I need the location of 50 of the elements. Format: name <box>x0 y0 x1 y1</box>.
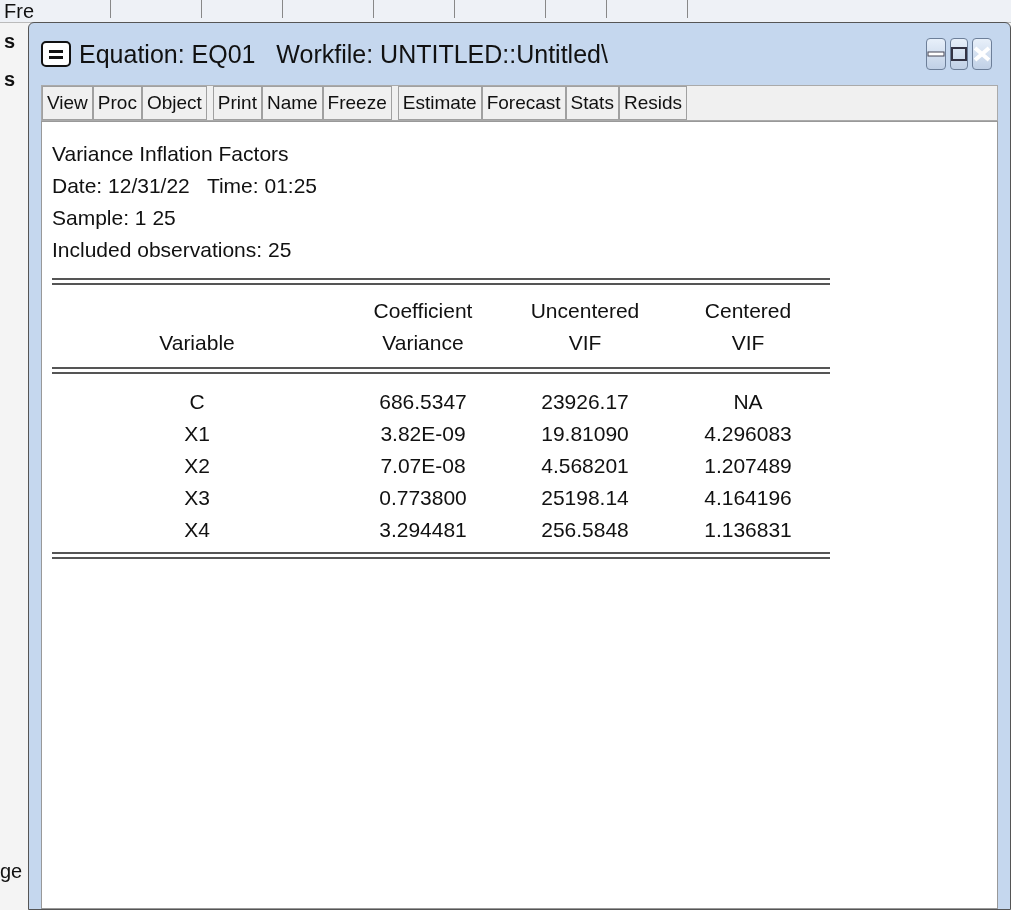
table-cell-text: 686.5347 <box>378 389 468 415</box>
toolbar-button[interactable]: Freeze <box>322 86 392 120</box>
toolbar-button[interactable]: View <box>42 86 93 120</box>
minimize-icon <box>927 51 945 57</box>
table-cell-text: 4.164196 <box>703 485 793 511</box>
header-line: Variance Inflation Factors <box>52 141 290 167</box>
table-cell-text: 7.07E-08 <box>379 453 467 479</box>
table-cell-text: NA <box>732 389 764 415</box>
table-cell-text: X1 <box>183 421 211 447</box>
toolbar-button[interactable]: Object <box>141 86 207 120</box>
maximize-icon <box>951 47 967 61</box>
column-header: Variable <box>159 330 235 356</box>
header-line: Included observations: 25 <box>52 237 293 263</box>
table-cell-text: X4 <box>183 517 211 543</box>
toolbar-button[interactable]: Stats <box>565 86 619 120</box>
table-cell-text: 4.296083 <box>703 421 793 447</box>
table-cell-text: 25198.14 <box>540 485 630 511</box>
table-cell-text: 256.5848 <box>540 517 630 543</box>
background-window-text: ge <box>0 860 23 883</box>
table-cell-text: X3 <box>183 485 211 511</box>
table-cell-text: 19.81090 <box>540 421 630 447</box>
toolbar-button[interactable]: Estimate <box>397 86 482 120</box>
menu-icon[interactable] <box>41 41 71 67</box>
window-title: Equation: EQ01 Workfile: UNTITLED::Untitled\ <box>79 39 609 69</box>
table-cell-text: 3.82E-09 <box>379 421 467 447</box>
close-button[interactable] <box>972 38 992 70</box>
header-line: Date: 12/31/22 Time: 01:25 <box>52 173 318 199</box>
close-icon <box>973 46 991 62</box>
table-cell-text: 3.294481 <box>378 517 468 543</box>
column-header: Uncentered VIF <box>530 298 640 356</box>
table-cell-text: 1.136831 <box>703 517 793 543</box>
background-window-text: s <box>4 30 16 53</box>
toolbar-button[interactable]: Proc <box>92 86 142 120</box>
toolbar-button[interactable]: Forecast <box>481 86 566 120</box>
table-cell-text: 0.773800 <box>378 485 468 511</box>
table-cell-text: C <box>188 389 206 415</box>
background-window-text: Fre <box>4 0 34 23</box>
table-cell-text: 23926.17 <box>540 389 630 415</box>
header-line: Sample: 1 25 <box>52 205 177 231</box>
toolbar-button[interactable]: Resids <box>618 86 687 120</box>
table-cell-text: 1.207489 <box>703 453 793 479</box>
column-header: Coefficient Variance <box>373 298 473 356</box>
table-cell-text: 4.568201 <box>540 453 630 479</box>
background-window-text: s <box>4 68 16 91</box>
minimize-button[interactable] <box>926 38 946 70</box>
maximize-button[interactable] <box>950 38 968 70</box>
toolbar-button[interactable]: Print <box>212 86 262 120</box>
toolbar-button[interactable]: Name <box>261 86 323 120</box>
table-cell-text: X2 <box>183 453 211 479</box>
column-header: Centered VIF <box>704 298 792 356</box>
